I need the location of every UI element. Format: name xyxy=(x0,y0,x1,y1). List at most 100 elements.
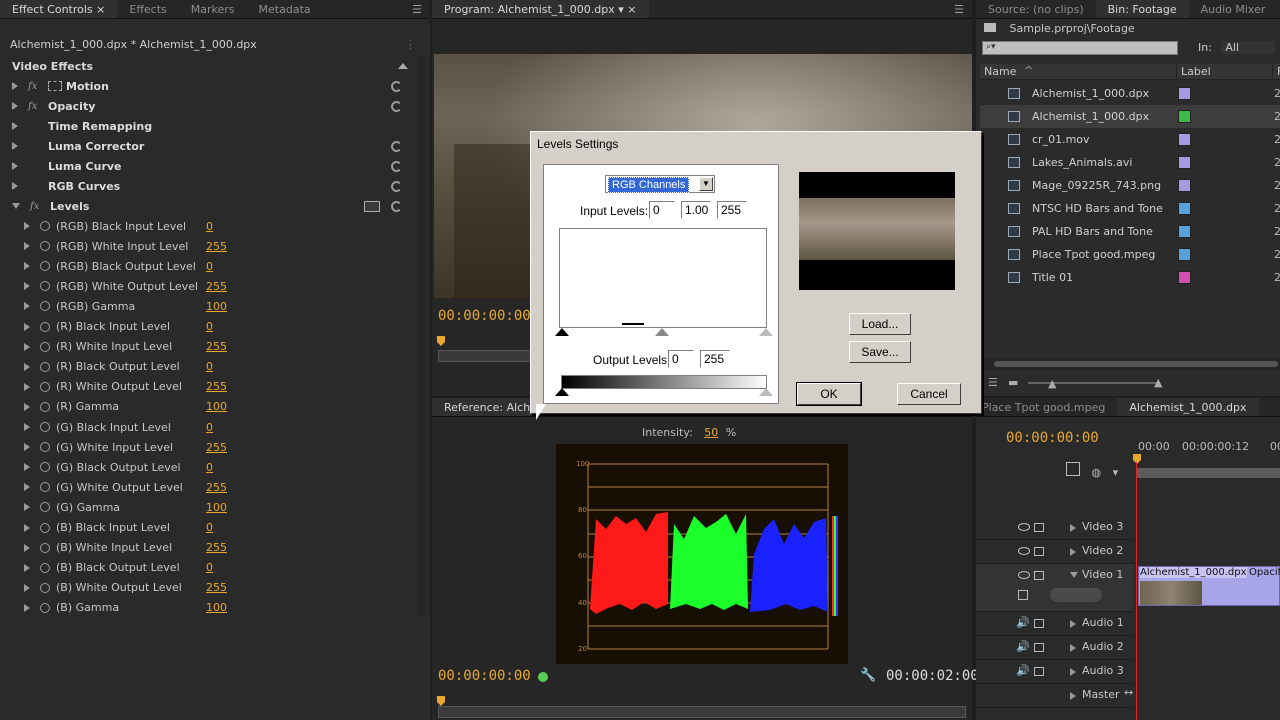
label-swatch[interactable] xyxy=(1178,110,1191,123)
stopwatch-icon[interactable] xyxy=(40,241,50,252)
icon-view-icon[interactable]: ▬ xyxy=(1008,376,1018,389)
level-param-row[interactable]: (G) Black Input Level 0 xyxy=(0,417,418,437)
stopwatch-icon[interactable] xyxy=(40,442,50,453)
expand-right-icon[interactable] xyxy=(24,583,30,592)
bin-item[interactable]: Place Tpot good.mpeg 2 xyxy=(980,243,1280,266)
param-value[interactable]: 100 xyxy=(206,400,227,413)
speaker-icon[interactable]: 🔊 xyxy=(1016,664,1030,677)
track-header-audio-3[interactable]: 🔊 Audio 3 xyxy=(976,660,1134,684)
input-white-field[interactable]: 255 xyxy=(717,201,747,219)
reference-scrub-bar[interactable] xyxy=(438,706,966,718)
level-param-row[interactable]: (B) White Output Level 255 xyxy=(0,578,418,598)
transform-icon[interactable] xyxy=(48,81,62,91)
param-value[interactable]: 0 xyxy=(206,260,213,273)
level-param-row[interactable]: (G) White Input Level 255 xyxy=(0,437,418,457)
track-header-video-1[interactable]: Video 1 xyxy=(976,564,1134,612)
level-param-row[interactable]: (R) Gamma 100 xyxy=(0,397,418,417)
input-black-slider-icon[interactable] xyxy=(555,328,569,336)
col-label[interactable]: Label xyxy=(1176,64,1211,80)
expand-right-icon[interactable] xyxy=(24,503,30,512)
expand-right-icon[interactable] xyxy=(24,242,30,251)
expand-down-icon[interactable] xyxy=(1070,572,1078,578)
track-header-audio-2[interactable]: 🔊 Audio 2 xyxy=(976,636,1134,660)
fx-toggle-icon[interactable]: fx xyxy=(28,81,42,92)
reference-timecode-left[interactable]: 00:00:00:00 xyxy=(438,668,531,684)
bin-item[interactable]: Title 01 2 xyxy=(980,266,1280,289)
ok-button[interactable]: OK xyxy=(796,382,862,406)
eye-icon[interactable] xyxy=(1018,547,1030,555)
param-value[interactable]: 255 xyxy=(206,340,227,353)
dialog-title-bar[interactable]: Levels Settings xyxy=(531,132,981,156)
search-input[interactable]: ⌕▾ xyxy=(982,41,1178,55)
program-timecode[interactable]: 00:00:00:00 xyxy=(438,308,531,324)
param-value[interactable]: 255 xyxy=(206,240,227,253)
expand-right-icon[interactable] xyxy=(24,563,30,572)
stopwatch-icon[interactable] xyxy=(40,482,50,493)
param-value[interactable]: 100 xyxy=(206,501,227,514)
label-swatch[interactable] xyxy=(1178,248,1191,261)
effect-row-luma-curve[interactable]: Luma Curve xyxy=(0,156,418,176)
lock-icon[interactable] xyxy=(1034,643,1044,652)
reset-icon[interactable] xyxy=(391,140,402,152)
fx-toggle-icon[interactable]: fx xyxy=(30,201,44,212)
param-value[interactable]: 255 xyxy=(206,280,227,293)
col-name[interactable]: Name xyxy=(984,64,1016,80)
level-param-row[interactable]: (G) Gamma 100 xyxy=(0,497,418,517)
timeline-timecode[interactable]: 00:00:00:00 xyxy=(1006,430,1099,446)
close-icon[interactable]: × xyxy=(96,3,105,16)
speaker-icon[interactable]: 🔊 xyxy=(1016,616,1030,629)
lock-icon[interactable] xyxy=(1034,523,1044,532)
program-scrub-bar[interactable] xyxy=(438,350,538,362)
col-third[interactable]: F xyxy=(1272,64,1280,80)
expand-right-icon[interactable] xyxy=(1070,644,1076,652)
bin-item[interactable]: Alchemist_1_000.dpx 2 xyxy=(980,82,1280,105)
tab-effect-controls[interactable]: Effect Controls × xyxy=(0,0,118,18)
expand-right-icon[interactable] xyxy=(24,543,30,552)
clip-video1[interactable]: Alchemist_1_000.dpx Opacit xyxy=(1138,566,1280,606)
expand-right-icon[interactable] xyxy=(1070,668,1076,676)
bin-item[interactable]: Mage_09225R_743.png 2 xyxy=(980,174,1280,197)
timeline-ruler[interactable]: 00:00 00:00:00:12 00:00 xyxy=(1136,438,1280,482)
keyframe-toggle-icon[interactable] xyxy=(1018,590,1028,600)
bin-hscrollbar[interactable] xyxy=(980,358,1280,370)
param-value[interactable]: 0 xyxy=(206,521,213,534)
lock-icon[interactable] xyxy=(1034,619,1044,628)
param-value[interactable]: 255 xyxy=(206,481,227,494)
collapse-up-icon[interactable] xyxy=(398,63,408,69)
stopwatch-icon[interactable] xyxy=(40,341,50,352)
stopwatch-icon[interactable] xyxy=(40,281,50,292)
effect-row-levels[interactable]: fx Levels xyxy=(0,196,418,216)
input-black-field[interactable]: 0 xyxy=(649,201,675,219)
stopwatch-icon[interactable] xyxy=(40,582,50,593)
level-param-row[interactable]: (RGB) White Output Level 255 xyxy=(0,276,418,296)
expand-right-icon[interactable] xyxy=(12,122,18,130)
level-param-row[interactable]: (RGB) Black Output Level 0 xyxy=(0,256,418,276)
zoom-handle-icon[interactable]: ▲ xyxy=(1048,377,1056,390)
param-value[interactable]: 255 xyxy=(206,581,227,594)
lock-icon[interactable] xyxy=(1034,547,1044,556)
bin-item[interactable]: Alchemist_1_000.dpx 2 xyxy=(980,105,1280,128)
lock-icon[interactable] xyxy=(1034,667,1044,676)
output-white-field[interactable]: 255 xyxy=(700,350,730,368)
label-swatch[interactable] xyxy=(1178,133,1191,146)
label-swatch[interactable] xyxy=(1178,179,1191,192)
effect-row-motion[interactable]: fx Motion xyxy=(0,76,418,96)
eye-icon[interactable] xyxy=(1018,571,1030,579)
param-value[interactable]: 0 xyxy=(206,220,213,233)
reset-icon[interactable] xyxy=(391,100,402,112)
param-value[interactable]: 100 xyxy=(206,601,227,614)
expand-right-icon[interactable] xyxy=(24,222,30,230)
effect-row-opacity[interactable]: fx Opacity xyxy=(0,96,418,116)
expand-right-icon[interactable] xyxy=(24,603,30,612)
panel-menu-icon[interactable]: ☰ xyxy=(946,3,972,16)
label-swatch[interactable] xyxy=(1178,87,1191,100)
level-param-row[interactable]: (RGB) Black Input Level 0 xyxy=(0,216,418,236)
reset-icon[interactable] xyxy=(391,160,402,172)
stopwatch-icon[interactable] xyxy=(40,301,50,312)
input-white-slider-icon[interactable] xyxy=(759,328,773,336)
output-white-slider-icon[interactable] xyxy=(759,388,773,396)
expand-right-icon[interactable] xyxy=(24,342,30,351)
cancel-button[interactable]: Cancel xyxy=(897,383,961,405)
expand-right-icon[interactable] xyxy=(1070,524,1076,532)
in-filter-value[interactable]: All xyxy=(1221,41,1276,54)
